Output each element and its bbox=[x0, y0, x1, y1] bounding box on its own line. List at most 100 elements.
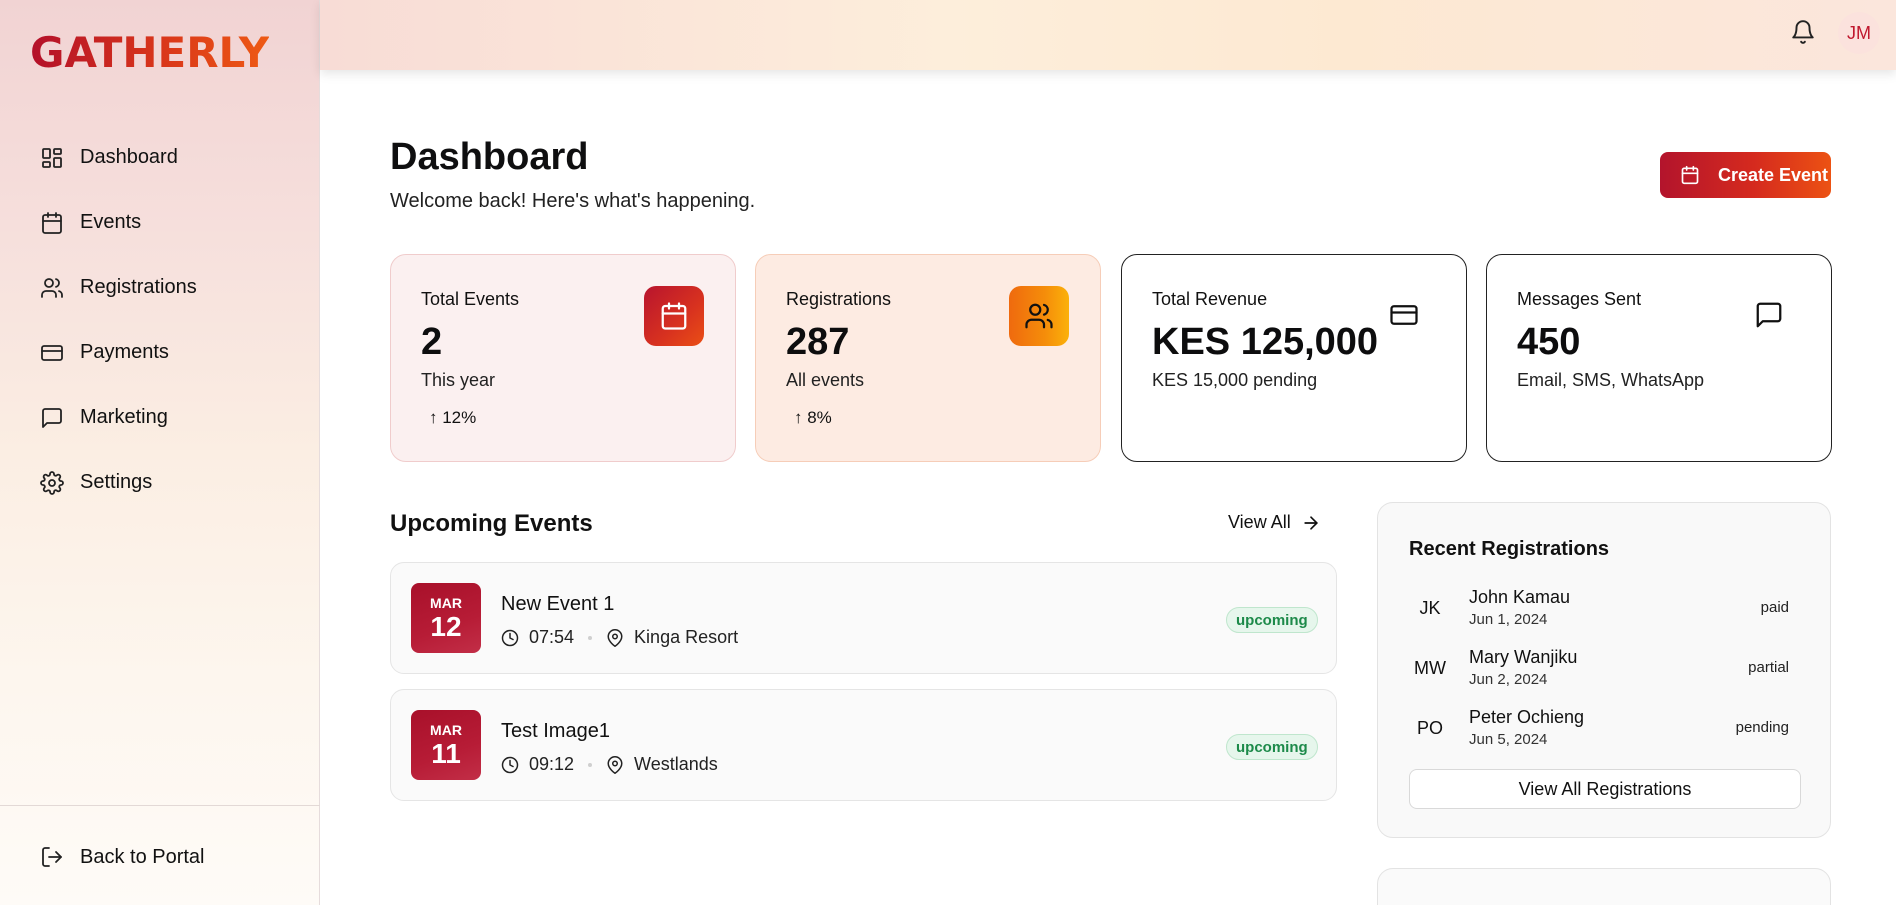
logo-area: GATHERLY bbox=[0, 0, 320, 104]
stat-trend: ↑ 8% bbox=[794, 408, 832, 427]
event-location: Kinga Resort bbox=[634, 627, 739, 647]
event-time: 09:12 bbox=[529, 754, 575, 774]
map-pin-icon bbox=[606, 755, 624, 774]
stat-value: 287 bbox=[786, 321, 850, 363]
sidebar-item-label: Dashboard bbox=[80, 146, 178, 168]
stat-value: KES 125,000 bbox=[1152, 321, 1379, 363]
stat-label: Total Events bbox=[421, 289, 520, 309]
sidebar-item-label: Marketing bbox=[80, 406, 168, 428]
registration-row[interactable]: MW Mary Wanjiku Jun 2, 2024 partial bbox=[1409, 645, 1801, 691]
calendar-icon bbox=[40, 211, 64, 235]
event-meta: 07:54 Kinga Resort bbox=[501, 627, 738, 648]
stat-card-messages-sent: Messages Sent 450 Email, SMS, WhatsApp bbox=[1486, 254, 1832, 462]
users-icon bbox=[1009, 286, 1069, 346]
user-avatar[interactable]: JM bbox=[1838, 12, 1880, 54]
registration-row[interactable]: JK John Kamau Jun 1, 2024 paid bbox=[1409, 585, 1801, 631]
event-date-badge: MAR 12 bbox=[411, 583, 481, 653]
stat-label: Registrations bbox=[786, 289, 892, 309]
stat-subtext: All events bbox=[786, 370, 865, 390]
stat-label: Total Revenue bbox=[1152, 289, 1268, 309]
sidebar: GATHERLY Dashboard Events Registrations … bbox=[0, 0, 320, 905]
sidebar-item-label: Settings bbox=[80, 471, 153, 493]
log-out-icon bbox=[40, 845, 64, 869]
sidebar-item-events[interactable]: Events bbox=[0, 190, 320, 255]
avatar: JK bbox=[1419, 597, 1441, 618]
recent-registrations-title: Recent Registrations bbox=[1409, 538, 1610, 560]
registration-date: Jun 1, 2024 bbox=[1469, 611, 1548, 628]
back-to-portal-label: Back to Portal bbox=[80, 845, 205, 868]
stat-subtext: This year bbox=[421, 370, 496, 390]
clock-icon bbox=[501, 629, 519, 647]
event-day: 12 bbox=[430, 611, 462, 642]
view-all-events-link[interactable]: View All bbox=[1228, 512, 1321, 533]
meta-separator bbox=[588, 762, 593, 767]
credit-card-icon bbox=[1389, 300, 1419, 330]
sidebar-item-registrations[interactable]: Registrations bbox=[0, 255, 320, 320]
sidebar-item-dashboard[interactable]: Dashboard bbox=[0, 125, 320, 190]
page-title: Dashboard bbox=[390, 136, 589, 178]
stat-subtext: Email, SMS, WhatsApp bbox=[1517, 370, 1705, 390]
payment-status: paid bbox=[1760, 599, 1789, 616]
calendar-icon bbox=[1680, 165, 1700, 185]
stat-label: Messages Sent bbox=[1517, 289, 1642, 309]
event-day: 11 bbox=[431, 738, 461, 769]
sidebar-item-marketing[interactable]: Marketing bbox=[0, 385, 320, 450]
arrow-right-icon bbox=[1301, 513, 1321, 533]
secondary-panel bbox=[1377, 868, 1831, 905]
registration-row[interactable]: PO Peter Ochieng Jun 5, 2024 pending bbox=[1409, 705, 1801, 751]
payment-status: pending bbox=[1735, 719, 1789, 736]
sidebar-nav: Dashboard Events Registrations Payments … bbox=[0, 125, 320, 515]
event-location: Westlands bbox=[634, 754, 718, 774]
sidebar-item-label: Registrations bbox=[80, 276, 197, 298]
stat-value: 450 bbox=[1517, 321, 1581, 363]
bell-icon[interactable] bbox=[1790, 19, 1816, 45]
brand-logo[interactable]: GATHERLY bbox=[30, 28, 269, 77]
view-all-label: View All bbox=[1228, 512, 1291, 532]
recent-registrations-panel: Recent Registrations JK John Kamau Jun 1… bbox=[1377, 502, 1831, 838]
users-icon bbox=[40, 276, 64, 300]
event-month: MAR bbox=[430, 595, 462, 611]
event-time: 07:54 bbox=[529, 627, 575, 647]
event-card[interactable]: MAR 12 New Event 1 07:54 Kinga Resort up… bbox=[390, 562, 1337, 674]
create-event-label: Create Event bbox=[1718, 164, 1829, 185]
registrant-name: Peter Ochieng bbox=[1469, 707, 1585, 727]
event-name: New Event 1 bbox=[501, 593, 615, 615]
upcoming-events-title: Upcoming Events bbox=[390, 510, 593, 537]
event-card[interactable]: MAR 11 Test Image1 09:12 Westlands upcom… bbox=[390, 689, 1337, 801]
status-badge: upcoming bbox=[1226, 607, 1318, 633]
gear-icon bbox=[40, 470, 64, 495]
avatar: MW bbox=[1414, 657, 1446, 678]
stat-card-registrations: Registrations 287 All events ↑ 8% bbox=[755, 254, 1101, 462]
sidebar-divider bbox=[0, 805, 320, 806]
map-pin-icon bbox=[606, 628, 624, 647]
credit-card-icon bbox=[40, 341, 64, 365]
registrant-name: John Kamau bbox=[1469, 587, 1571, 607]
registration-date: Jun 2, 2024 bbox=[1469, 671, 1548, 688]
registration-date: Jun 5, 2024 bbox=[1469, 731, 1548, 748]
event-name: Test Image1 bbox=[501, 720, 610, 742]
stat-subtext: KES 15,000 pending bbox=[1152, 370, 1318, 390]
layout-dashboard-icon bbox=[40, 146, 64, 170]
meta-separator bbox=[588, 635, 593, 640]
page-subtitle: Welcome back! Here's what's happening. bbox=[390, 190, 756, 212]
event-month: MAR bbox=[430, 722, 462, 738]
stat-card-total-revenue: Total Revenue KES 125,000 KES 15,000 pen… bbox=[1121, 254, 1467, 462]
view-all-registrations-button[interactable]: View All Registrations bbox=[1409, 769, 1801, 809]
message-square-icon bbox=[40, 406, 64, 430]
sidebar-item-label: Payments bbox=[80, 341, 169, 363]
calendar-icon bbox=[644, 286, 704, 346]
event-date-badge: MAR 11 bbox=[411, 710, 481, 780]
sidebar-item-label: Events bbox=[80, 211, 142, 233]
sidebar-item-settings[interactable]: Settings bbox=[0, 450, 320, 515]
create-event-button[interactable]: Create Event bbox=[1660, 152, 1831, 198]
event-meta: 09:12 Westlands bbox=[501, 754, 718, 775]
clock-icon bbox=[501, 756, 519, 774]
stat-card-total-events: Total Events 2 This year ↑ 12% bbox=[390, 254, 736, 462]
back-to-portal-link[interactable]: Back to Portal bbox=[0, 825, 320, 889]
stat-value: 2 bbox=[421, 321, 443, 363]
avatar: PO bbox=[1416, 717, 1443, 738]
stat-trend: ↑ 12% bbox=[429, 408, 477, 427]
message-square-icon bbox=[1754, 300, 1784, 330]
sidebar-item-payments[interactable]: Payments bbox=[0, 320, 320, 385]
payment-status: partial bbox=[1748, 659, 1789, 676]
